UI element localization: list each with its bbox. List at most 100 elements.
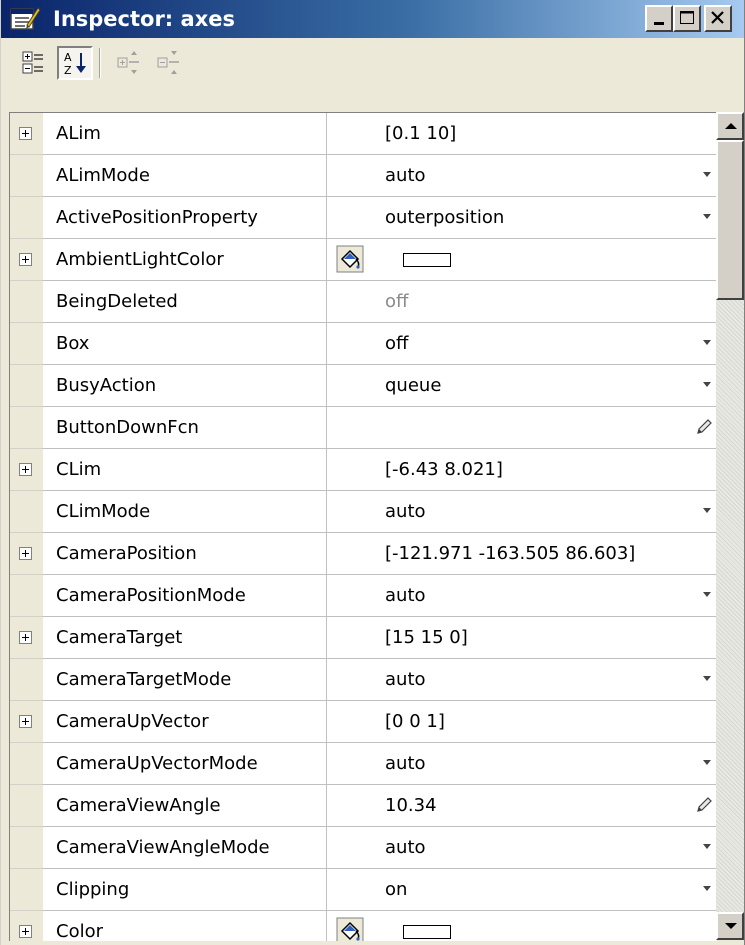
property-editor-icon-cell [327,785,373,827]
property-row[interactable]: BusyAction queue [10,365,717,407]
property-value[interactable]: on [373,869,717,911]
property-editor-icon-cell [327,617,373,659]
close-button[interactable] [704,5,732,32]
expander-cell [10,491,43,533]
maximize-icon [680,11,694,24]
property-row[interactable]: CameraViewAngleMode auto [10,827,717,869]
property-value[interactable]: queue [373,365,717,407]
property-editor-icon-cell [327,155,373,197]
property-value[interactable] [373,911,717,941]
paint-bucket-icon[interactable] [336,245,364,273]
scrollbar-thumb[interactable] [716,140,744,300]
scroll-up-button[interactable] [716,112,744,140]
expander-cell[interactable] [10,533,43,575]
property-value-text: auto [385,585,426,606]
property-value-text: queue [385,375,442,396]
property-value[interactable]: auto [373,155,717,197]
expander-cell[interactable] [10,617,43,659]
property-value[interactable]: [15 15 0] [373,617,717,659]
property-row[interactable]: CameraPosition [-121.971 -163.505 86.603] [10,533,717,575]
property-row[interactable]: ALim [0.1 10] [10,113,717,155]
property-value[interactable]: [0 0 1] [373,701,717,743]
dropdown-arrow-icon[interactable] [703,172,711,177]
property-value[interactable]: [0.1 10] [373,113,717,155]
alphabetical-sort-button[interactable]: A Z [57,46,93,80]
property-value[interactable]: outerposition [373,197,717,239]
categorized-view-button[interactable] [15,46,51,80]
dropdown-arrow-icon[interactable] [703,592,711,597]
expand-plus-icon[interactable] [19,631,32,644]
dropdown-arrow-icon[interactable] [703,844,711,849]
title-bar[interactable]: Inspector: axes [1,0,744,38]
property-row[interactable]: CameraUpVector [0 0 1] [10,701,717,743]
expand-plus-icon[interactable] [19,127,32,140]
expand-plus-icon[interactable] [19,253,32,266]
property-value[interactable]: off [373,323,717,365]
collapse-all-button[interactable] [151,46,187,80]
expander-cell[interactable] [10,239,43,281]
property-value[interactable]: auto [373,827,717,869]
expand-plus-icon[interactable] [19,547,32,560]
color-swatch[interactable] [403,925,451,939]
minimize-button[interactable] [645,5,673,32]
property-editor-icon-cell [327,533,373,575]
property-row[interactable]: ALimMode auto [10,155,717,197]
property-value[interactable]: auto [373,659,717,701]
pencil-edit-icon[interactable] [695,796,713,814]
expander-cell[interactable] [10,113,43,155]
property-row[interactable]: AmbientLightColor [10,239,717,281]
collapse-all-icon [157,51,179,74]
property-row[interactable]: Color [10,911,717,941]
property-row[interactable]: CameraViewAngle 10.34 [10,785,717,827]
property-row[interactable]: CameraTarget [15 15 0] [10,617,717,659]
expander-cell[interactable] [10,911,43,941]
property-editor-icon-cell[interactable] [327,239,373,281]
property-row[interactable]: CameraUpVectorMode auto [10,743,717,785]
scroll-down-button[interactable] [716,912,744,940]
property-row[interactable]: CameraPositionMode auto [10,575,717,617]
dropdown-arrow-icon[interactable] [703,886,711,891]
property-value[interactable]: 10.34 [373,785,717,827]
property-value-text: [0.1 10] [385,123,457,144]
color-swatch[interactable] [403,253,451,267]
property-row[interactable]: Clipping on [10,869,717,911]
property-value[interactable] [373,407,717,449]
property-row[interactable]: ActivePositionProperty outerposition [10,197,717,239]
dropdown-arrow-icon[interactable] [703,676,711,681]
dropdown-arrow-icon[interactable] [703,382,711,387]
property-value[interactable]: [-121.971 -163.505 86.603] [373,533,717,575]
expand-plus-icon[interactable] [19,715,32,728]
dropdown-arrow-icon[interactable] [703,508,711,513]
property-value[interactable]: auto [373,743,717,785]
dropdown-arrow-icon[interactable] [703,340,711,345]
property-row[interactable]: ButtonDownFcn [10,407,717,449]
dropdown-arrow-icon[interactable] [703,214,711,219]
property-row[interactable]: CameraTargetMode auto [10,659,717,701]
property-value[interactable]: auto [373,491,717,533]
property-value[interactable]: auto [373,575,717,617]
expand-all-icon [117,51,139,74]
property-row[interactable]: Box off [10,323,717,365]
property-name: BusyAction [43,365,327,407]
paint-bucket-icon[interactable] [336,917,364,941]
expand-plus-icon[interactable] [19,463,32,476]
maximize-button[interactable] [673,5,701,32]
property-name: ALimMode [43,155,327,197]
expander-cell[interactable] [10,701,43,743]
property-value[interactable] [373,239,717,281]
property-row[interactable]: CLimMode auto [10,491,717,533]
property-value: off [373,281,717,323]
vertical-scrollbar[interactable] [716,112,744,940]
property-editor-icon-cell[interactable] [327,911,373,941]
expander-cell[interactable] [10,449,43,491]
pencil-edit-icon[interactable] [695,418,713,436]
expand-all-button[interactable] [111,46,147,80]
property-editor-icon-cell [327,323,373,365]
property-value[interactable]: [-6.43 8.021] [373,449,717,491]
dropdown-arrow-icon[interactable] [703,760,711,765]
expand-plus-icon[interactable] [19,925,32,938]
property-row[interactable]: BeingDeleted off [10,281,717,323]
inspector-window: Inspector: axes A Z ALim [0.1 10] ALimMo… [0,0,745,945]
property-row[interactable]: CLim [-6.43 8.021] [10,449,717,491]
expander-cell [10,155,43,197]
